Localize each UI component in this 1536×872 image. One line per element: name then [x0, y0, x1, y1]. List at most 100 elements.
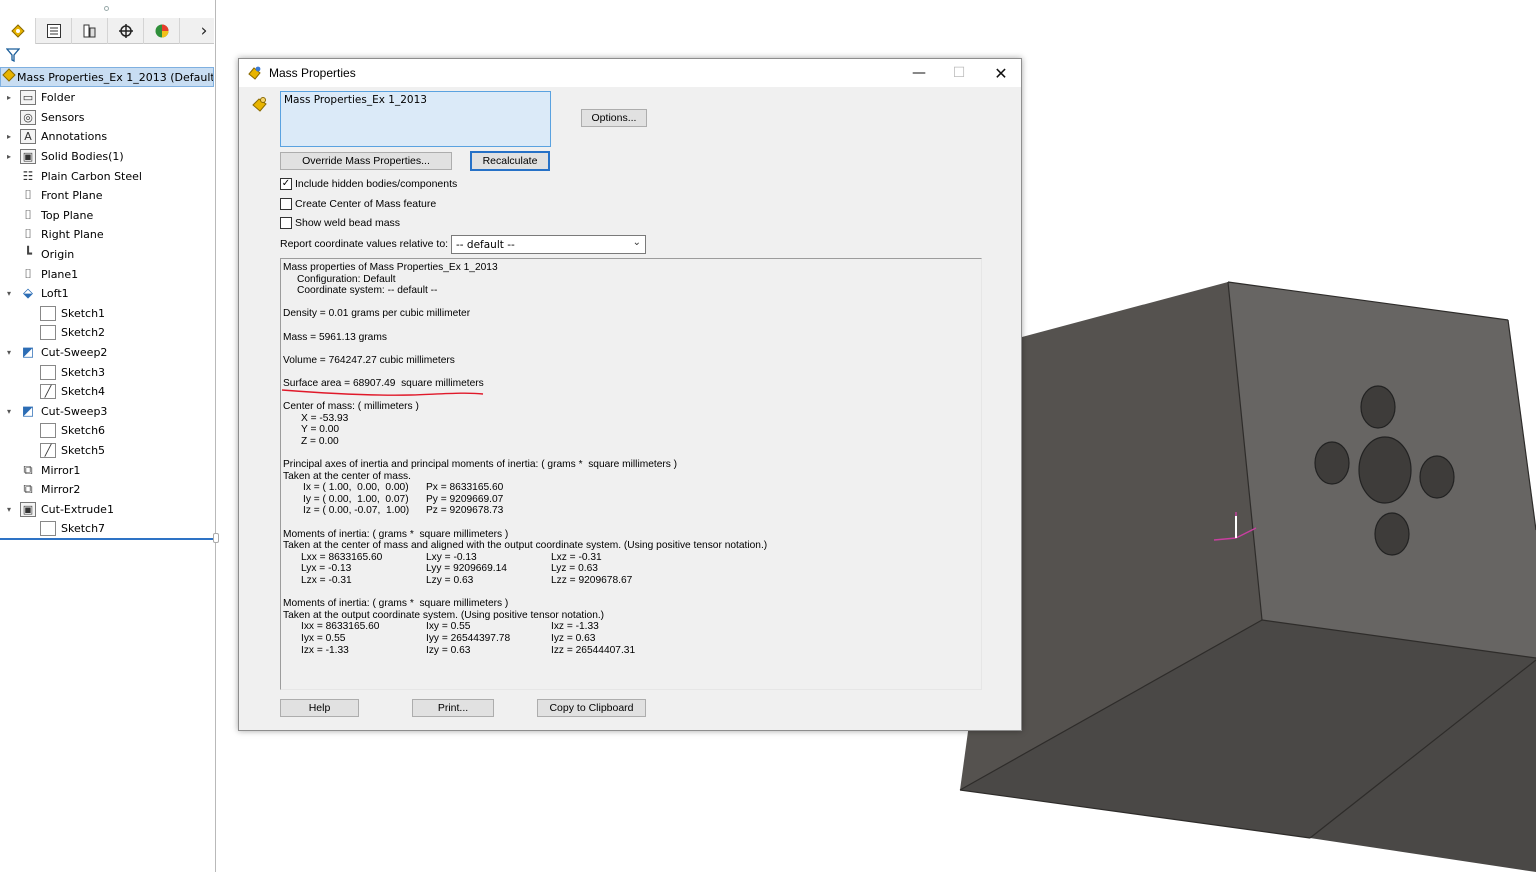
tree-item-label: Mirror2 [41, 483, 81, 497]
tree-item-loft1[interactable]: ▾ ⬙ Loft1 [0, 284, 214, 304]
coordinate-system-value: -- default -- [456, 238, 515, 251]
results-moi-out-sub: Taken at the output coordinate system. (… [283, 609, 605, 621]
filter-icon[interactable] [5, 48, 22, 64]
tree-item-plane1[interactable]: ⌷ Plane1 [0, 264, 214, 284]
show-weld-bead-mass-checkbox[interactable]: Show weld bead mass [280, 217, 400, 229]
help-button[interactable]: Help [280, 699, 359, 717]
results-com-z: Z = 0.00 [301, 435, 339, 447]
tree-item-right-plane[interactable]: ⌷ Right Plane [0, 225, 214, 245]
checkbox-box[interactable]: ✓ [280, 178, 292, 190]
feature-tree: ▸ ▭ Folder ◎ Sensors ▸ A Annotations ▸ ▣ Solid … [0, 88, 214, 539]
tree-item-sensors[interactable]: ◎ Sensors [0, 108, 214, 128]
feature-manager-panel: › Mass Properties_Ex 1_2013 (Default) <<… [0, 0, 219, 872]
tree-item-sketch3[interactable]: Sketch3 [0, 362, 214, 382]
tree-item-sketch6[interactable]: Sketch6 [0, 421, 214, 441]
results-moi-com-row: Lzx = -0.31 Lzy = 0.63 Lzz = 9209678.67 [283, 575, 981, 587]
results-mass: Mass = 5961.13 grams [283, 331, 387, 343]
chevron-down-icon[interactable]: ⌄ [633, 237, 641, 248]
tree-item-solid-bodies[interactable]: ▸ ▣ Solid Bodies(1) [0, 147, 214, 167]
principal-axis: Ix = ( 1.00, 0.00, 0.00) [303, 482, 409, 494]
sketch-icon [40, 364, 56, 380]
tree-item-annotations[interactable]: ▸ A Annotations [0, 127, 214, 147]
tree-item-cut-sweep3[interactable]: ▾ ◩ Cut-Sweep3 [0, 402, 214, 422]
recalculate-button[interactable]: Recalculate [470, 151, 550, 171]
solidworks-window: › Mass Properties_Ex 1_2013 (Default) <<… [0, 0, 1536, 872]
minimize-icon[interactable]: — [899, 59, 939, 87]
tree-item-folder[interactable]: ▸ ▭ Folder [0, 88, 214, 108]
display-manager-tab-icon[interactable] [144, 18, 180, 44]
results-moi-com-sub: Taken at the center of mass and aligned … [283, 540, 768, 552]
cut-extrude-icon: ▣ [20, 501, 36, 517]
tree-item-material[interactable]: ☷ Plain Carbon Steel [0, 166, 214, 186]
property-manager-tab-icon[interactable] [36, 18, 72, 44]
folder-icon: ▭ [20, 90, 36, 106]
results-moi-out-row: Iyx = 0.55 Iyy = 26544397.78 Iyz = 0.63 [283, 633, 981, 645]
tree-item-mirror2[interactable]: ⧉ Mirror2 [0, 480, 214, 500]
rollback-bar[interactable] [0, 538, 214, 540]
tree-item-front-plane[interactable]: ⌷ Front Plane [0, 186, 214, 206]
mass-properties-icon [247, 65, 263, 81]
tree-item-label: Sketch2 [61, 326, 106, 340]
tree-item-label: Folder [41, 91, 75, 105]
tree-item-sketch1[interactable]: Sketch1 [0, 304, 214, 324]
tree-item-origin[interactable]: ┗ Origin [0, 245, 214, 265]
collapse-arrow-icon[interactable]: ▾ [4, 407, 14, 416]
cut-sweep-icon: ◩ [21, 403, 35, 419]
expand-arrow-icon[interactable]: ▸ [4, 93, 14, 102]
override-mass-properties-button[interactable]: Override Mass Properties... [280, 152, 452, 170]
panel-grip-handle[interactable] [104, 6, 109, 11]
tree-item-sketch4[interactable]: ╱ Sketch4 [0, 382, 214, 402]
tree-item-top-plane[interactable]: ⌷ Top Plane [0, 206, 214, 226]
results-moi-out-row: Izx = -1.33 Izy = 0.63 Izz = 26544407.31 [283, 645, 981, 657]
tree-item-label: Annotations [41, 130, 108, 144]
collapse-arrow-icon[interactable]: ▾ [4, 348, 14, 357]
tabs-scroll-right-icon[interactable]: › [194, 18, 214, 43]
mirror-icon: ⧉ [23, 482, 33, 498]
feature-manager-tab-icon[interactable] [0, 18, 36, 44]
checkbox-label: Create Center of Mass feature [295, 198, 437, 210]
maximize-icon[interactable]: ☐ [939, 59, 979, 87]
tree-item-sketch2[interactable]: Sketch2 [0, 323, 214, 343]
collapse-arrow-icon[interactable]: ▾ [4, 505, 14, 514]
principal-moment: Px = 8633165.60 [426, 482, 504, 494]
results-configuration: Configuration: Default [297, 273, 396, 285]
moi-value: Iyx = 0.55 [301, 633, 346, 644]
selected-items-box[interactable]: Mass Properties_Ex 1_2013 [280, 91, 551, 147]
checkbox-box[interactable] [280, 198, 292, 210]
mirror-icon: ⧉ [23, 462, 33, 478]
moi-value: Ixz = -1.33 [551, 621, 599, 633]
sketch-icon [40, 423, 56, 439]
expand-arrow-icon[interactable]: ▸ [4, 132, 14, 141]
checkbox-box[interactable] [280, 217, 292, 229]
tree-item-sketch7[interactable]: Sketch7 [0, 519, 214, 539]
options-button[interactable]: Options... [581, 109, 647, 127]
create-center-of-mass-checkbox[interactable]: Create Center of Mass feature [280, 198, 436, 210]
collapse-arrow-icon[interactable]: ▾ [4, 289, 14, 298]
tree-item-mirror1[interactable]: ⧉ Mirror1 [0, 460, 214, 480]
print-button[interactable]: Print... [412, 699, 494, 717]
dimxpert-manager-tab-icon[interactable] [108, 18, 144, 44]
material-icon: ☷ [22, 169, 34, 184]
tree-item-sketch5[interactable]: ╱ Sketch5 [0, 441, 214, 461]
expand-arrow-icon[interactable]: ▸ [4, 152, 14, 161]
results-moi-out-row: Ixx = 8633165.60 Ixy = 0.55 Ixz = -1.33 [283, 621, 981, 633]
configuration-manager-tab-icon[interactable] [72, 18, 108, 44]
red-underline-annotation [281, 389, 484, 396]
close-icon[interactable]: ✕ [981, 59, 1021, 87]
tree-item-cut-extrude1[interactable]: ▾ ▣ Cut-Extrude1 [0, 499, 214, 519]
copy-to-clipboard-button[interactable]: Copy to Clipboard [537, 699, 646, 717]
coordinate-system-select[interactable]: -- default -- ⌄ [451, 235, 646, 254]
tree-item-cut-sweep2[interactable]: ▾ ◩ Cut-Sweep2 [0, 343, 214, 363]
solid-bodies-icon: ▣ [20, 149, 36, 165]
plane-icon: ⌷ [24, 207, 32, 223]
include-hidden-bodies-checkbox[interactable]: ✓ Include hidden bodies/components [280, 178, 457, 190]
sketch-path-icon: ╱ [40, 442, 56, 458]
origin-icon: ┗ [24, 247, 32, 263]
sketch-icon [40, 521, 56, 537]
tree-item-label: Plane1 [41, 267, 79, 281]
part-root-node[interactable]: Mass Properties_Ex 1_2013 (Default) <<D [0, 67, 214, 87]
tree-item-label: Solid Bodies(1) [41, 150, 124, 164]
